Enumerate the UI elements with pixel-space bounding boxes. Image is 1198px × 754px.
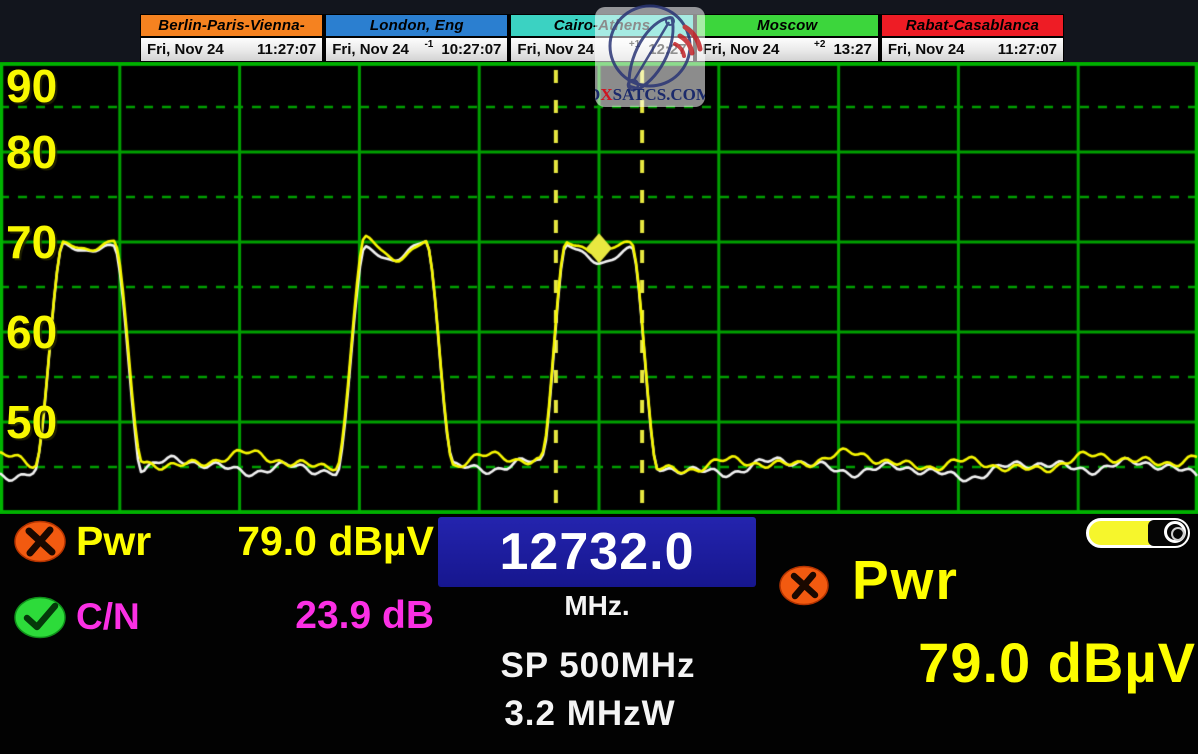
y-axis-tick-label: 70	[6, 216, 57, 268]
meter-screen: Berlin-Paris-Vienna-Roma Fri, Nov 24 11:…	[0, 0, 1198, 754]
clock-time: 11:27:07	[998, 41, 1057, 58]
pwr-display-toggle[interactable]	[1086, 518, 1190, 548]
clock-berlin-paris-vienna-roma: Berlin-Paris-Vienna-Roma Fri, Nov 24 11:…	[140, 14, 323, 63]
clock-moscow: Moscow Fri, Nov 24 +2 13:27	[696, 14, 879, 63]
y-axis-tick-label: 60	[6, 306, 57, 358]
clock-date: Fri, Nov 24	[703, 41, 780, 58]
clock-utc-offset: +2	[814, 39, 825, 50]
clock-city-label: Rabat-Casablanca	[882, 15, 1063, 38]
pwr-label: Pwr	[76, 518, 151, 565]
clock-date: Fri, Nov 24	[888, 41, 965, 58]
cn-status-check-icon	[14, 596, 66, 639]
clock-time: 13:27	[833, 41, 871, 58]
clock-utc-offset: -1	[424, 39, 433, 50]
clock-date: Fri, Nov 24	[147, 41, 224, 58]
spectrum-canvas[interactable]	[0, 62, 1198, 514]
pwr-status-x-icon	[14, 520, 66, 563]
clock-city-label: London, Eng	[326, 15, 507, 38]
y-axis-tick-label: 90	[6, 60, 57, 112]
status-panel: Pwr 79.0 dBµV 12732.0 MHz. C/N 23.9 dB S…	[0, 514, 1198, 754]
pwr-value: 79.0 dBµV	[150, 518, 434, 565]
toggle-knob[interactable]	[1164, 521, 1186, 543]
y-axis-tick-label: 50	[6, 396, 57, 448]
clock-time: 11:27:07	[257, 41, 316, 58]
cn-label: C/N	[76, 596, 140, 638]
clock-date: Fri, Nov 24	[517, 41, 594, 58]
frequency-input[interactable]: 12732.0	[438, 517, 756, 587]
clock-date: Fri, Nov 24	[332, 41, 409, 58]
right-pwr-label: Pwr	[852, 548, 959, 612]
clock-london: London, Eng Fri, Nov 24 -1 10:27:07	[325, 14, 508, 63]
frequency-unit-label: MHz.	[438, 590, 756, 622]
clock-rabat-casablanca: Rabat-Casablanca Fri, Nov 24 11:27:07	[881, 14, 1064, 63]
cn-value: 23.9 dB	[150, 594, 434, 638]
right-pwr-value: 79.0 dBµV	[760, 630, 1196, 695]
clock-city-label: Moscow	[697, 15, 878, 38]
bandwidth-value: 3.2 MHzW	[390, 694, 790, 734]
right-pwr-x-icon	[778, 564, 830, 607]
dxsatcs-watermark: DXSATCS.COM	[595, 0, 705, 108]
clock-time: 10:27:07	[441, 41, 501, 58]
spectrum-display[interactable]: 90 80 70 60 50	[0, 62, 1198, 514]
watermark-text: DXSATCS.COM	[595, 85, 705, 104]
y-axis-tick-label: 80	[6, 126, 57, 178]
span-value: SP 500MHz	[398, 646, 798, 686]
clock-city-label: Berlin-Paris-Vienna-Roma	[141, 15, 322, 38]
